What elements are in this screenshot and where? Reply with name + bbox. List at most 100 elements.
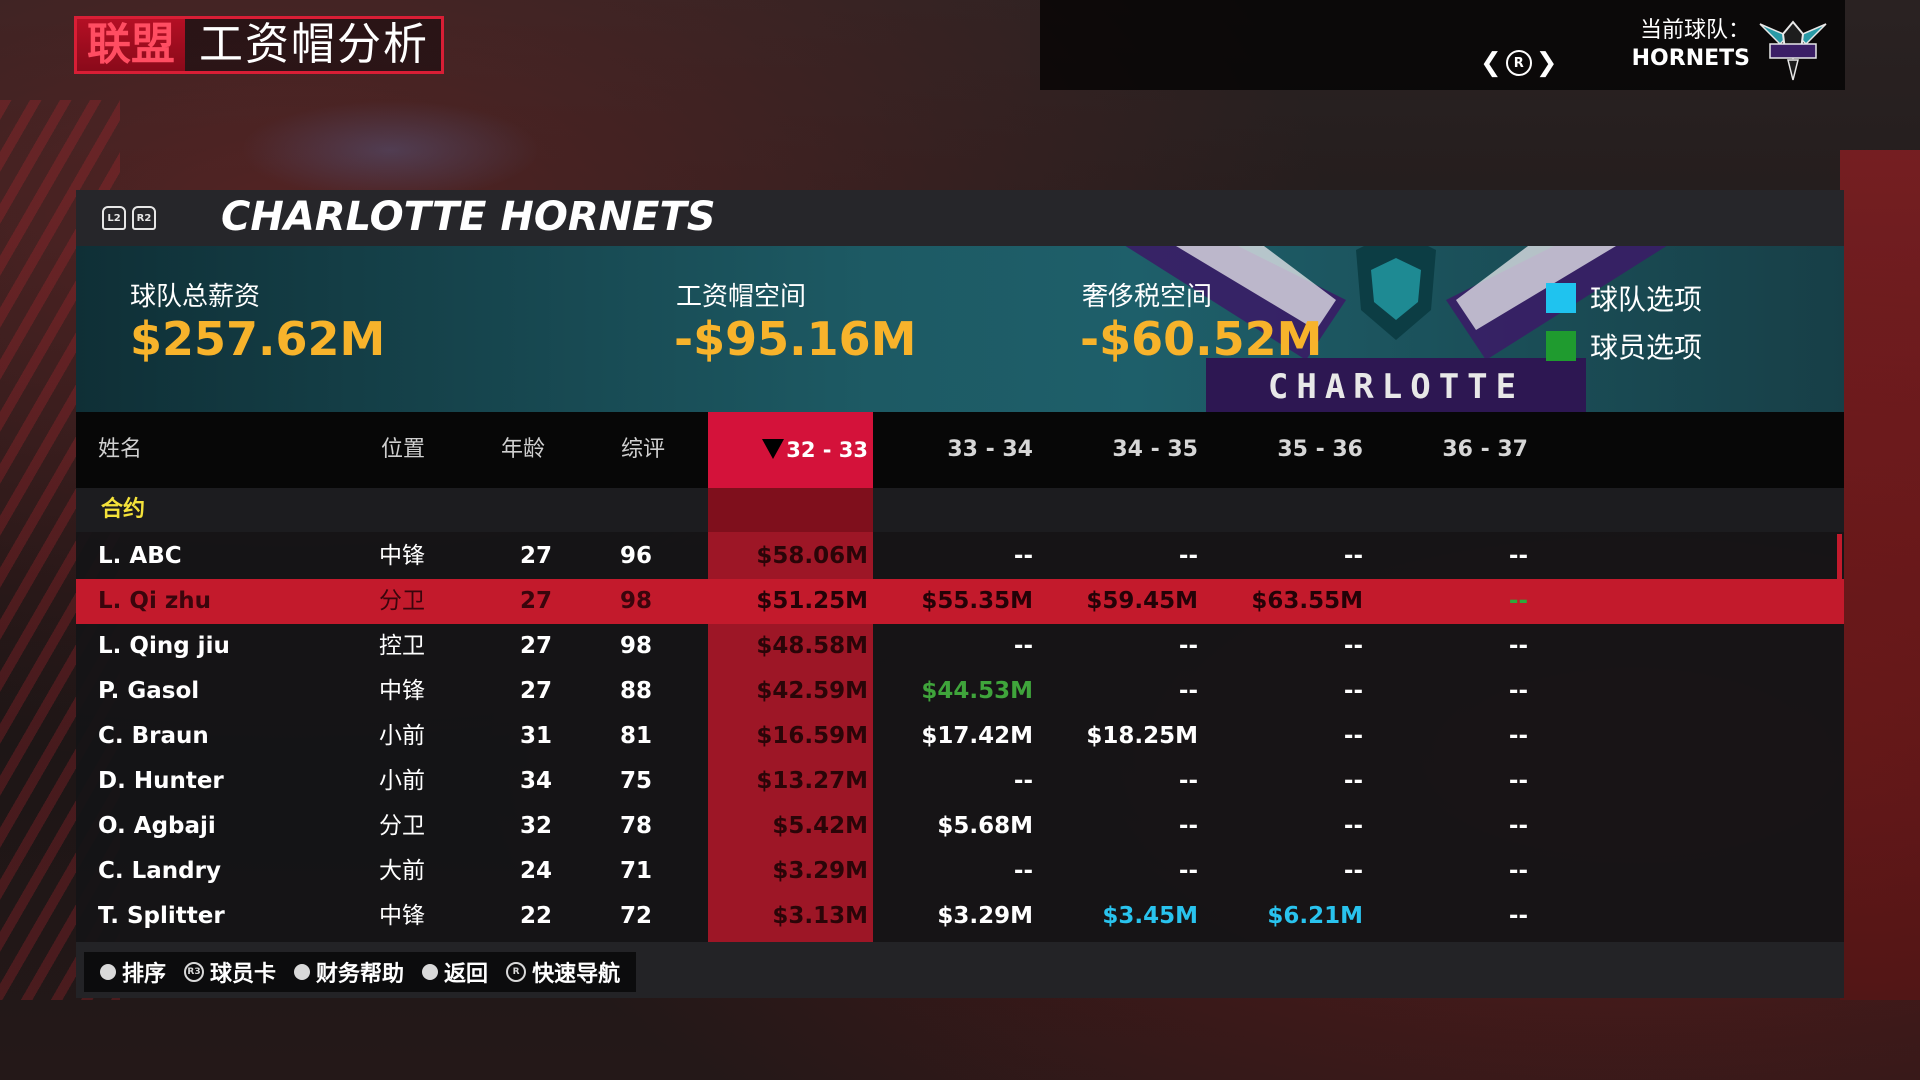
total-salary-label: 球队总薪资 — [130, 282, 261, 312]
player-name: L. Qing jiu — [98, 633, 230, 659]
hint-back[interactable]: 返回 — [422, 956, 488, 988]
salary-season-3: $63.55M — [1251, 588, 1363, 614]
player-name: L. ABC — [98, 543, 182, 569]
salary-season-4: -- — [1508, 588, 1528, 614]
circle-button-icon — [422, 964, 439, 980]
table-row[interactable]: L. Qing jiu 控卫 27 98 $48.58M -- -- -- -- — [76, 624, 1844, 669]
sort-down-icon — [762, 439, 785, 459]
background-jersey-right — [1840, 150, 1920, 1000]
salary-season-4: -- — [1508, 633, 1528, 659]
salary-season-4: -- — [1508, 768, 1528, 794]
hint-finance-help[interactable]: 财务帮助 — [294, 956, 404, 988]
table-row[interactable]: L. Qi zhu 分卫 27 98 $51.25M $55.35M $59.45M $63.… — [76, 579, 1844, 624]
salary-season-2: -- — [1178, 678, 1198, 704]
player-position: 小前 — [379, 768, 425, 794]
salary-season-3: -- — [1343, 543, 1363, 569]
player-overall: 98 — [619, 588, 652, 614]
player-name: C. Landry — [98, 858, 221, 884]
header-overall[interactable]: 综评 — [621, 412, 665, 488]
table-row[interactable]: O. Agbaji 分卫 32 78 $5.42M $5.68M -- -- -- — [76, 804, 1844, 849]
button-hints: 排序 R3 球员卡 财务帮助 返回 R 快速导航 — [84, 952, 637, 992]
legend-player-option-label: 球员选项 — [1590, 331, 1703, 364]
player-age: 32 — [519, 813, 552, 839]
player-overall: 81 — [619, 723, 652, 749]
header-age[interactable]: 年龄 — [501, 412, 545, 488]
salary-season-3: -- — [1343, 858, 1363, 884]
salary-season-4: -- — [1508, 723, 1528, 749]
contracts-table: 姓名 位置 年龄 综评 32 - 33 33 - 34 34 - 35 35 -… — [76, 412, 1844, 942]
header-season-32-33[interactable]: 32 - 33 — [708, 412, 868, 488]
player-age: 31 — [519, 723, 552, 749]
hint-quick-nav-label: 快速导航 — [532, 962, 621, 987]
salary-season-1: $44.53M — [921, 678, 1033, 704]
legend-swatch-cyan — [1546, 283, 1576, 313]
salary-season-0: $13.27M — [756, 768, 868, 794]
player-age: 27 — [519, 633, 552, 659]
r2-trigger-icon[interactable]: R2 — [132, 206, 156, 230]
chevron-left-icon[interactable]: ❮ — [1480, 48, 1502, 78]
player-age: 27 — [519, 588, 552, 614]
header-name[interactable]: 姓名 — [98, 412, 142, 488]
header-position[interactable]: 位置 — [381, 412, 425, 488]
salary-season-3: -- — [1343, 633, 1363, 659]
salary-season-2: $59.45M — [1086, 588, 1198, 614]
current-team-name: HORNETS — [1631, 46, 1750, 71]
player-position: 中锋 — [379, 903, 425, 929]
player-position: 小前 — [379, 723, 425, 749]
salary-season-0: $16.59M — [756, 723, 868, 749]
salary-season-3: $6.21M — [1267, 903, 1363, 929]
header-season-33-34[interactable]: 33 - 34 — [873, 412, 1033, 488]
chevron-right-icon[interactable]: ❯ — [1536, 48, 1558, 78]
cap-space-value: -$95.16M — [674, 312, 917, 366]
player-position: 中锋 — [379, 678, 425, 704]
salary-season-3: -- — [1343, 768, 1363, 794]
team-switch-control[interactable]: ❮ R ❯ — [1480, 46, 1558, 80]
header-season-34-35[interactable]: 34 - 35 — [1038, 412, 1198, 488]
player-position: 分卫 — [379, 588, 425, 614]
header-season-36-37[interactable]: 36 - 37 — [1368, 412, 1528, 488]
player-name: T. Splitter — [98, 903, 225, 929]
header-season-35-36[interactable]: 35 - 36 — [1203, 412, 1363, 488]
player-overall: 88 — [619, 678, 652, 704]
salary-season-1: $55.35M — [921, 588, 1033, 614]
current-team-label: 当前球队： — [1639, 18, 1750, 43]
player-overall: 72 — [619, 903, 652, 929]
salary-season-0: $3.13M — [772, 903, 868, 929]
table-row[interactable]: L. ABC 中锋 27 96 $58.06M -- -- -- -- — [76, 534, 1844, 579]
l2-trigger-icon[interactable]: L2 — [102, 206, 126, 230]
salary-season-1: $17.42M — [921, 723, 1033, 749]
salary-season-1: $5.68M — [937, 813, 1033, 839]
salary-season-0: $58.06M — [756, 543, 868, 569]
team-salary-panel: L2 R2 CHARLOTTE HORNETS CHARLOTTE 球队总薪资 … — [76, 190, 1844, 998]
square-button-icon — [100, 964, 116, 980]
player-position: 大前 — [379, 858, 425, 884]
salary-season-0: $48.58M — [756, 633, 868, 659]
hint-back-label: 返回 — [444, 962, 489, 987]
salary-season-4: -- — [1508, 903, 1528, 929]
salary-season-1: -- — [1013, 768, 1033, 794]
hint-player-card[interactable]: R3 球员卡 — [184, 956, 276, 988]
hint-sort[interactable]: 排序 — [100, 956, 166, 988]
table-row[interactable]: C. Braun 小前 31 81 $16.59M $17.42M $18.25M -- -- — [76, 714, 1844, 759]
table-row[interactable]: T. Splitter 中锋 22 72 $3.13M $3.29M $3.45M $6.21… — [76, 894, 1844, 939]
salary-season-0: $5.42M — [772, 813, 868, 839]
hint-quick-nav[interactable]: R 快速导航 — [506, 956, 620, 988]
legend-player-option: 球员选项 — [1546, 326, 1702, 366]
salary-season-3: -- — [1343, 678, 1363, 704]
logo-wordmark: CHARLOTTE — [1268, 367, 1524, 407]
table-row[interactable]: C. Landry 大前 24 71 $3.29M -- -- -- -- — [76, 849, 1844, 894]
salary-season-1: -- — [1013, 633, 1033, 659]
section-contracts: 合约 — [76, 488, 1844, 532]
player-overall: 75 — [619, 768, 652, 794]
salary-summary: CHARLOTTE 球队总薪资 $257.62M 工资帽空间 -$95.16M … — [76, 246, 1844, 412]
total-salary-value: $257.62M — [130, 312, 386, 366]
section-contracts-label: 合约 — [101, 497, 146, 522]
table-row[interactable]: D. Hunter 小前 34 75 $13.27M -- -- -- -- — [76, 759, 1844, 804]
triangle-button-icon — [294, 964, 311, 980]
salary-season-2: -- — [1178, 813, 1198, 839]
player-overall: 96 — [619, 543, 652, 569]
tax-space-value: -$60.52M — [1080, 312, 1323, 366]
player-age: 27 — [519, 678, 552, 704]
player-age: 34 — [519, 768, 552, 794]
table-row[interactable]: P. Gasol 中锋 27 88 $42.59M $44.53M -- -- -- — [76, 669, 1844, 714]
